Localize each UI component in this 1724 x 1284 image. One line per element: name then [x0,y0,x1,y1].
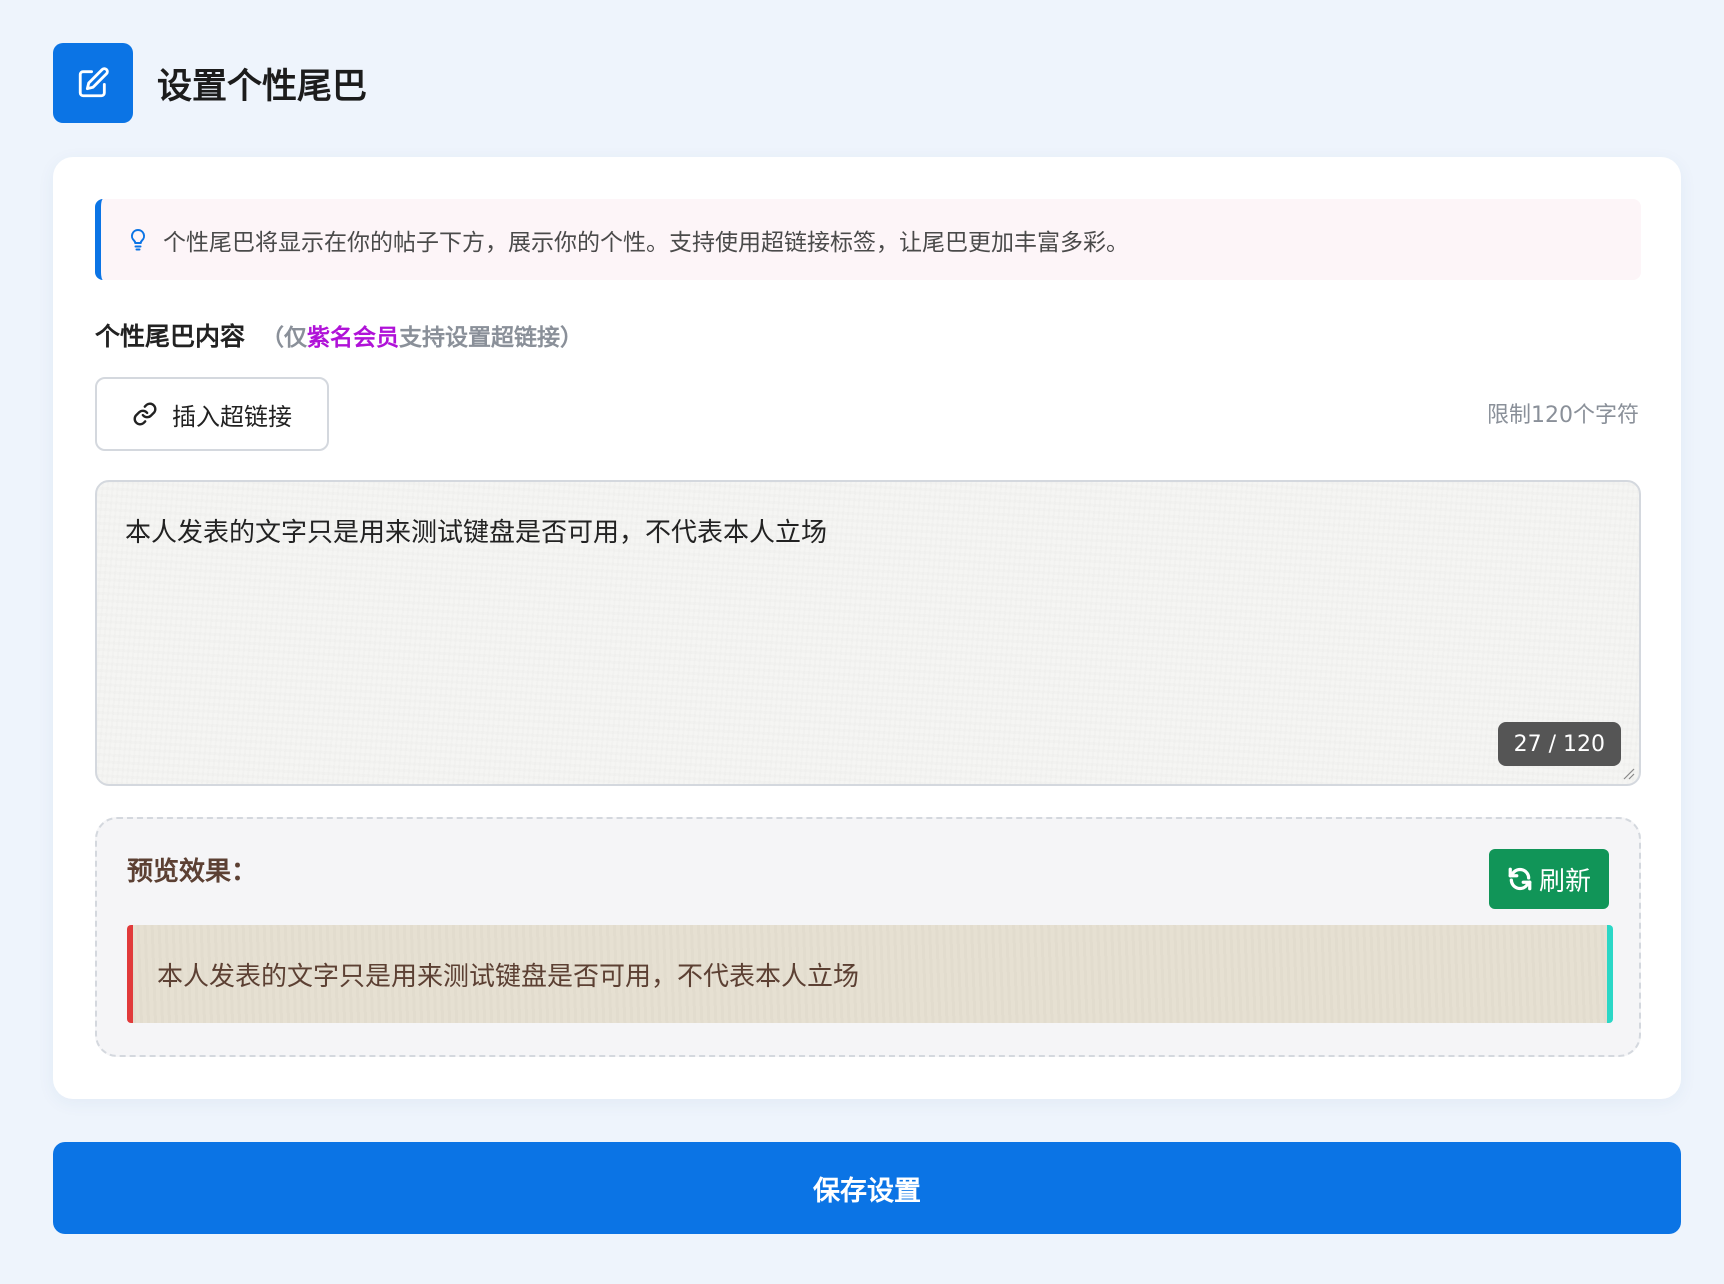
insert-link-label: 插入超链接 [172,402,292,431]
char-limit-text: 限制120个字符 [1487,403,1639,428]
refresh-icon [1507,866,1533,892]
content-label-row: 个性尾巴内容 （仅紫名会员支持设置超链接） [95,313,583,357]
settings-card: 个性尾巴将显示在你的帖子下方，展示你的个性。支持使用超链接标签，让尾巴更加丰富多… [53,157,1681,1099]
save-settings-button[interactable]: 保存设置 [53,1142,1681,1234]
vip-member-link: 紫名会员 [307,325,400,351]
save-settings-label: 保存设置 [813,1175,921,1207]
preview-panel: 预览效果： 刷新 本人发表的文字只是用来测试键盘是否可用，不代表本人立场 [95,817,1641,1057]
insert-link-button[interactable]: 插入超链接 [95,377,329,451]
lightbulb-icon [129,227,151,253]
page-title: 设置个性尾巴 [157,66,368,107]
tail-content-textarea[interactable] [97,482,1639,784]
vip-note: （仅紫名会员支持设置超链接） [261,318,583,352]
content-label: 个性尾巴内容 [95,322,246,351]
tail-preview: 本人发表的文字只是用来测试键盘是否可用，不代表本人立场 [127,925,1613,1023]
page-header: 设置个性尾巴 [53,43,367,123]
refresh-button[interactable]: 刷新 [1489,849,1609,909]
resize-handle-icon[interactable] [1621,766,1635,780]
edit-icon [53,43,133,123]
vip-note-suffix: 支持设置超链接） [399,325,584,351]
info-tip: 个性尾巴将显示在你的帖子下方，展示你的个性。支持使用超链接标签，让尾巴更加丰富多… [95,199,1641,280]
tip-text: 个性尾巴将显示在你的帖子下方，展示你的个性。支持使用超链接标签，让尾巴更加丰富多… [163,229,1129,256]
link-icon [132,401,158,427]
char-counter: 27 / 120 [1497,722,1621,766]
preview-title: 预览效果： [127,857,258,887]
vip-note-prefix: （仅 [261,325,308,351]
tail-editor: 27 / 120 [95,480,1641,786]
refresh-label: 刷新 [1538,866,1591,897]
tail-preview-text: 本人发表的文字只是用来测试键盘是否可用，不代表本人立场 [157,961,860,992]
